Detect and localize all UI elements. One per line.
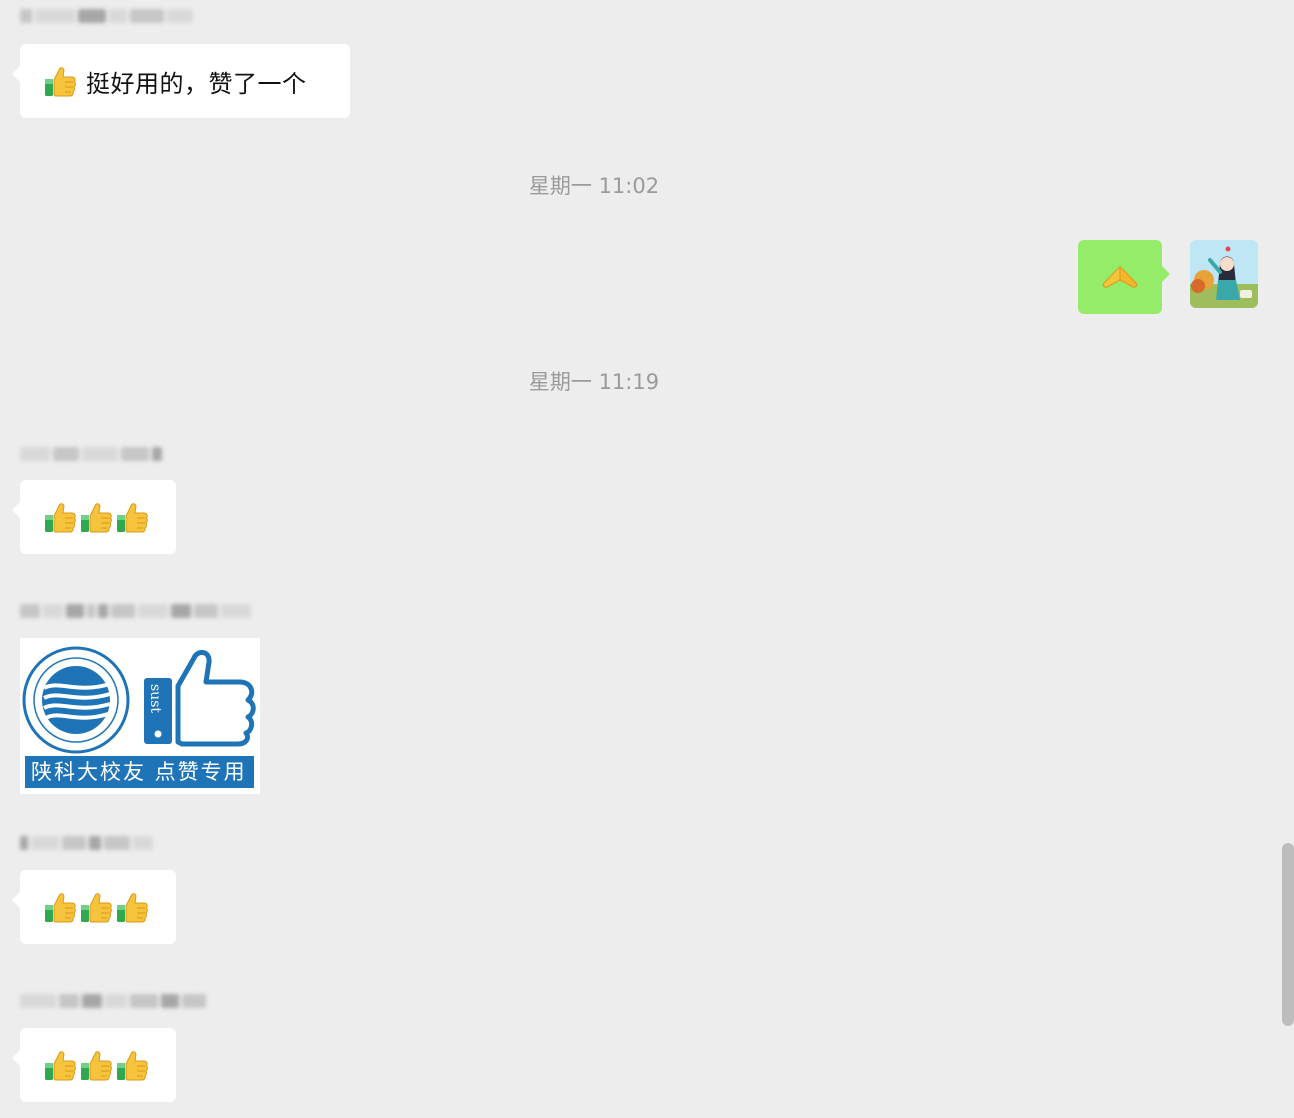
thumbs-up-icon — [44, 500, 76, 534]
scrollbar[interactable] — [1282, 843, 1294, 1026]
pray-hands-icon — [1102, 266, 1138, 288]
thumbs-up-icon — [44, 890, 76, 924]
thumbs-up-icon — [116, 1048, 148, 1082]
sticker-badge: sust — [147, 684, 163, 713]
sender-name-blurred — [20, 832, 153, 854]
thumbs-up-icon — [80, 890, 112, 924]
message-bubble[interactable]: 挺好用的，赞了一个 — [12, 44, 350, 118]
sender-name-blurred — [20, 990, 206, 1012]
avatar[interactable] — [1190, 240, 1258, 308]
message-bubble[interactable] — [12, 1028, 176, 1102]
thumbs-up-icon — [116, 890, 148, 924]
chat-area: 挺好用的，赞了一个 星期一 11:02 星期一 11:19 sust 陕科大校友… — [0, 0, 1294, 1118]
thumbs-up-icon — [80, 1048, 112, 1082]
message-bubble[interactable] — [12, 870, 176, 944]
sender-name-blurred — [20, 443, 162, 465]
my-message-bubble[interactable] — [1078, 240, 1170, 314]
sticker-label: 陕科大校友 点赞专用 — [25, 756, 254, 788]
thumbs-up-icon — [80, 500, 112, 534]
message-bubble[interactable] — [12, 480, 176, 554]
thumbs-up-icon — [116, 500, 148, 534]
timestamp: 星期一 11:19 — [528, 370, 660, 394]
thumbs-up-icon — [44, 64, 76, 98]
message-text: 挺好用的，赞了一个 — [86, 69, 307, 98]
thumbs-up-icon — [44, 1048, 76, 1082]
avatar-icon — [1190, 240, 1258, 308]
sender-name-blurred — [20, 600, 251, 622]
sust-logo-icon: sust — [22, 646, 256, 754]
sticker-image[interactable]: sust 陕科大校友 点赞专用 — [20, 638, 260, 794]
sender-name-blurred — [20, 5, 193, 27]
timestamp: 星期一 11:02 — [528, 174, 660, 198]
